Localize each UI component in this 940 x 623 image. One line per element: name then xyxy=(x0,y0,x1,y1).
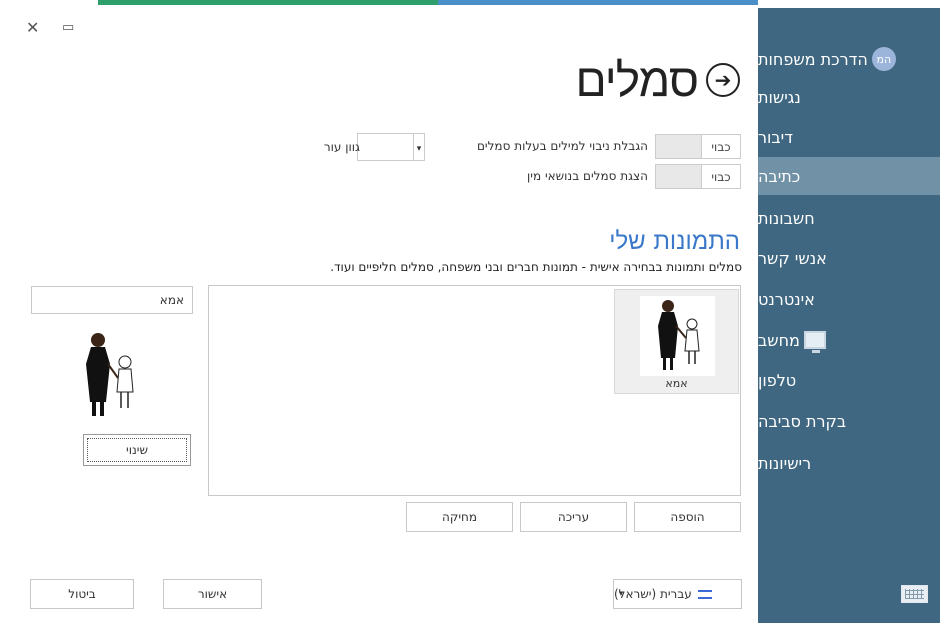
mother-daughter-image xyxy=(640,296,715,376)
chevron-down-icon: ▾ xyxy=(619,589,624,598)
arrow-right-circle-icon[interactable]: ➔ xyxy=(706,63,740,97)
sidebar-item-label: רישיונות xyxy=(758,453,812,473)
section-title: התמונות שלי xyxy=(609,227,740,255)
sidebar-item-label: מחשב xyxy=(758,330,800,350)
page-header: ➔ סמלים xyxy=(540,50,740,110)
chevron-down-icon: ▾ xyxy=(416,144,422,154)
page-title: סמלים xyxy=(575,53,699,107)
sidebar-item-label: כתיבה xyxy=(758,166,801,186)
sidebar-item-accounts[interactable]: חשבונות xyxy=(758,199,928,237)
skin-tone-swatch xyxy=(358,134,414,160)
edit-button[interactable]: עריכה xyxy=(520,502,627,532)
show-gender-symbols-label: הצגת סמלים בנושאי מין xyxy=(527,169,648,183)
keyboard-icon[interactable] xyxy=(901,585,928,603)
section-subtitle: סמלים ותמונות בבחירה אישית - תמונות חברי… xyxy=(330,260,742,274)
show-gender-symbols-toggle[interactable]: כבוי xyxy=(655,164,741,189)
sidebar-item-label: הדרכת משפחות xyxy=(758,49,868,69)
toggle-state: כבוי xyxy=(711,169,731,184)
sidebar-item-contacts[interactable]: אנשי קשר xyxy=(758,239,928,277)
toggle-state: כבוי xyxy=(711,139,731,154)
language-label: עברית (ישראל) xyxy=(614,587,692,601)
sidebar-item-label: אינטרנט xyxy=(758,289,815,309)
ok-button[interactable]: אישור xyxy=(163,579,262,609)
limit-prediction-label: הגבלת ניבוי למילים בעלות סמלים xyxy=(476,139,648,153)
change-button[interactable]: שינוי xyxy=(83,434,191,466)
sidebar-item-licenses[interactable]: רישיונות xyxy=(758,444,928,482)
sidebar-item-family-guidance[interactable]: המ הדרכת משפחות xyxy=(758,40,928,78)
top-accent-bar xyxy=(10,0,758,5)
add-button[interactable]: הוספה xyxy=(634,502,741,532)
skin-tone-label: גוון עור xyxy=(323,140,360,154)
skin-tone-dropdown[interactable]: ▾ xyxy=(357,133,425,161)
delete-button[interactable]: מחיקה xyxy=(406,502,513,532)
sidebar-item-computer[interactable]: מחשב xyxy=(758,321,928,359)
maximize-icon[interactable]: ▭ xyxy=(62,20,74,35)
sidebar-item-label: חשבונות xyxy=(758,208,815,228)
picture-caption: אמא xyxy=(665,377,688,390)
limit-prediction-toggle[interactable]: כבוי xyxy=(655,134,741,159)
picture-name-field[interactable]: אמא xyxy=(31,286,193,314)
israel-flag-icon xyxy=(697,589,712,599)
monitor-icon xyxy=(803,331,826,353)
sidebar-item-label: בקרת סביבה xyxy=(758,411,847,431)
sidebar-item-accessibility[interactable]: נגישות xyxy=(758,78,928,116)
sidebar: המ הדרכת משפחות נגישות דיבור כתיבה חשבונ… xyxy=(758,8,940,623)
sidebar-item-label: טלפון xyxy=(758,370,797,390)
language-dropdown[interactable]: עברית (ישראל) ▾ xyxy=(613,579,742,609)
sidebar-item-label: נגישות xyxy=(758,87,801,107)
selected-picture-image xyxy=(70,328,150,423)
sidebar-item-internet[interactable]: אינטרנט xyxy=(758,280,928,318)
sidebar-item-label: דיבור xyxy=(758,127,793,147)
avatar: המ xyxy=(871,47,896,71)
sidebar-item-phone[interactable]: טלפון xyxy=(758,361,928,399)
toggle-switch[interactable] xyxy=(656,165,702,188)
close-icon[interactable]: ✕ xyxy=(26,18,39,37)
sidebar-item-speech[interactable]: דיבור xyxy=(758,118,928,156)
cancel-button[interactable]: ביטול xyxy=(30,579,134,609)
toggle-switch[interactable] xyxy=(656,135,702,158)
sidebar-item-environment-control[interactable]: בקרת סביבה xyxy=(758,402,928,440)
sidebar-item-writing[interactable]: כתיבה xyxy=(758,157,940,195)
picture-item[interactable]: אמא xyxy=(614,289,739,394)
sidebar-item-label: אנשי קשר xyxy=(758,248,827,268)
